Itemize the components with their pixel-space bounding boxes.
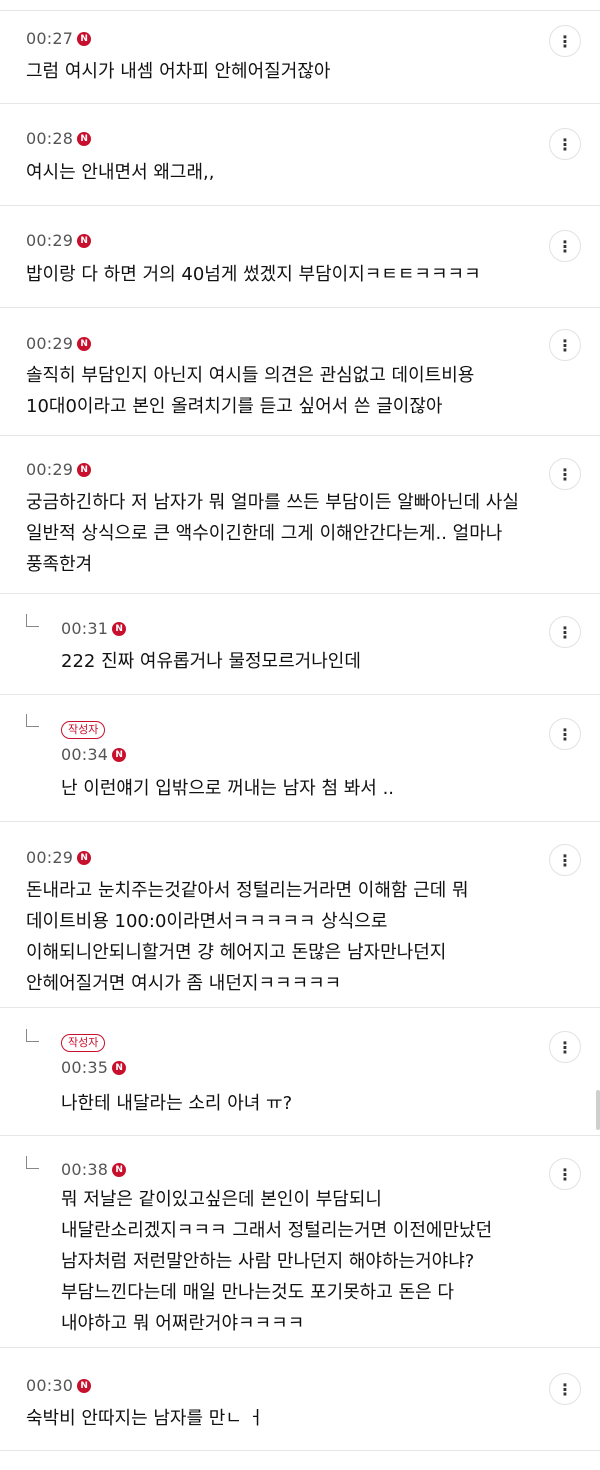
more-vert-icon: ⋮: [557, 622, 573, 642]
comment-text: 밥이랑 다 하면 거의 40넘게 썼겠지 부담이지ㅋㅌㅌㅋㅋㅋㅋ: [26, 264, 481, 285]
comment-text: 숙박비 안따지는 남자를 만ㄴ ㅓ: [26, 1408, 265, 1429]
comment-item: 00:29 N 밥이랑 다 하면 거의 40넘게 썼겠지 부담이지ㅋㅌㅌㅋㅋㅋㅋ…: [0, 206, 600, 308]
more-vert-icon: ⋮: [557, 236, 573, 256]
more-options-button[interactable]: ⋮: [549, 25, 581, 57]
new-badge: N: [77, 233, 92, 248]
more-options-button[interactable]: ⋮: [549, 616, 581, 648]
new-badge: N: [112, 621, 127, 636]
comment-time: 00:31: [61, 619, 109, 638]
comment-meta: 00:29 N: [26, 460, 92, 479]
comment-meta: 00:29 N: [26, 231, 92, 250]
comment-time: 00:29: [26, 848, 74, 867]
comment-time: 00:27: [26, 29, 74, 48]
new-badge: N: [112, 747, 127, 762]
more-options-button[interactable]: ⋮: [549, 128, 581, 160]
comment-text: 그럼 여시가 내셈 어차피 안헤어질거잖아: [26, 61, 331, 82]
more-options-button[interactable]: ⋮: [549, 1373, 581, 1405]
comment-item: 00:28 N 여시는 안내면서 왜그래,, ⋮: [0, 104, 600, 206]
new-badge: N: [77, 1378, 92, 1393]
comment-time: 00:29: [26, 231, 74, 250]
more-options-button[interactable]: ⋮: [549, 1158, 581, 1190]
author-tag: 작성자: [61, 721, 106, 739]
comment-meta: 00:31 N: [61, 619, 127, 638]
comment-meta: 00:29 N: [26, 334, 92, 353]
comment-time: 00:38: [61, 1160, 109, 1179]
more-vert-icon: ⋮: [557, 335, 573, 355]
new-badge: N: [77, 462, 92, 477]
reply-arrow-icon: [26, 714, 39, 727]
more-vert-icon: ⋮: [557, 850, 573, 870]
comment-time: 00:28: [26, 129, 74, 148]
comment-text: 나한테 내달라는 소리 아녀 ㅠ?: [61, 1093, 293, 1114]
more-options-button[interactable]: ⋮: [549, 1031, 581, 1063]
comment-item: 00:30 N 숙박비 안따지는 남자를 만ㄴ ㅓ ⋮: [0, 1348, 600, 1451]
new-badge: N: [112, 1162, 127, 1177]
new-badge: N: [77, 850, 92, 865]
reply-item: 작성자 00:34 N 난 이런얘기 입밖으로 꺼내는 남자 첨 봐서 .. ⋮: [0, 695, 600, 822]
reply-item: 00:38 N 뭐 저날은 같이있고싶은데 본인이 부담되니 내달란소리겠지ㅋㅋ…: [0, 1136, 600, 1348]
more-options-button[interactable]: ⋮: [549, 844, 581, 876]
reply-item: 00:31 N 222 진짜 여유롭거나 물정모르거나인데 ⋮: [0, 594, 600, 695]
reply-item: 작성자 00:35 N 나한테 내달라는 소리 아녀 ㅠ? ⋮: [0, 1008, 600, 1136]
comment-item: 00:27 N 그럼 여시가 내셈 어차피 안헤어질거잖아 ⋮: [0, 11, 600, 104]
new-badge: N: [112, 1060, 127, 1075]
comment-text: 궁금하긴하다 저 남자가 뭐 얼마를 쓰든 부담이든 알빠아닌데 사실 일반적 …: [26, 492, 519, 575]
comment-item: 00:29 N 돈내라고 눈치주는것같아서 정털리는거라면 이해함 근데 뭐 데…: [0, 822, 600, 1008]
comment-text: 돈내라고 눈치주는것같아서 정털리는거라면 이해함 근데 뭐 데이트비용 100…: [26, 880, 469, 994]
comment-item: 00:29 N 궁금하긴하다 저 남자가 뭐 얼마를 쓰든 부담이든 알빠아닌데…: [0, 436, 600, 594]
more-vert-icon: ⋮: [557, 134, 573, 154]
reply-arrow-icon: [26, 614, 39, 627]
comment-time: 00:29: [26, 460, 74, 479]
more-vert-icon: ⋮: [557, 31, 573, 51]
new-badge: N: [77, 336, 92, 351]
reply-arrow-icon: [26, 1029, 39, 1042]
comment-meta: 00:29 N: [26, 848, 92, 867]
more-vert-icon: ⋮: [557, 1164, 573, 1184]
more-options-button[interactable]: ⋮: [549, 458, 581, 490]
comment-text: 솔직히 부담인지 아닌지 여시들 의견은 관심없고 데이트비용 10대0이라고 …: [26, 365, 475, 417]
comment-time: 00:29: [26, 334, 74, 353]
comment-text: 여시는 안내면서 왜그래,,: [26, 162, 215, 183]
comment-text: 222 진짜 여유롭거나 물정모르거나인데: [61, 651, 361, 672]
more-vert-icon: ⋮: [557, 724, 573, 744]
comment-time: 00:30: [26, 1376, 74, 1395]
comment-item: 00:29 N 솔직히 부담인지 아닌지 여시들 의견은 관심없고 데이트비용 …: [0, 308, 600, 436]
comment-time: 00:35: [61, 1058, 109, 1077]
reply-arrow-icon: [26, 1156, 39, 1169]
author-tag: 작성자: [61, 1034, 106, 1052]
new-badge: N: [77, 31, 92, 46]
comment-meta: 00:34 N: [61, 745, 127, 764]
new-badge: N: [77, 131, 92, 146]
more-options-button[interactable]: ⋮: [549, 329, 581, 361]
more-vert-icon: ⋮: [557, 1037, 573, 1057]
scrollbar[interactable]: [596, 1090, 600, 1130]
comment-meta: 00:28 N: [26, 129, 92, 148]
more-options-button[interactable]: ⋮: [549, 718, 581, 750]
comment-meta: 00:38 N: [61, 1160, 127, 1179]
comment-meta: 00:35 N: [61, 1058, 127, 1077]
comment-meta: 00:30 N: [26, 1376, 92, 1395]
more-options-button[interactable]: ⋮: [549, 230, 581, 262]
comment-text: 뭐 저날은 같이있고싶은데 본인이 부담되니 내달란소리겠지ㅋㅋㅋ 그래서 정털…: [61, 1189, 493, 1334]
comment-meta: 00:27 N: [26, 29, 92, 48]
more-vert-icon: ⋮: [557, 464, 573, 484]
more-vert-icon: ⋮: [557, 1379, 573, 1399]
comment-time: 00:34: [61, 745, 109, 764]
comment-text: 난 이런얘기 입밖으로 꺼내는 남자 첨 봐서 ..: [61, 778, 395, 799]
